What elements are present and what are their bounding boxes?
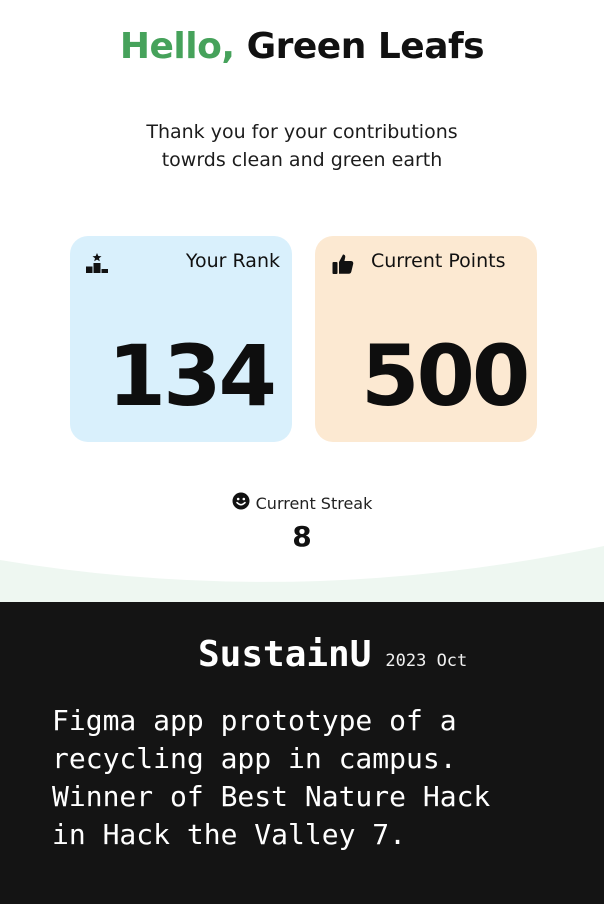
description-line: Figma app prototype of a <box>52 704 457 737</box>
points-label: Current Points <box>371 250 506 272</box>
rank-value: 134 <box>107 327 277 425</box>
caption-title-row: SustainU 2023 Oct <box>198 634 467 675</box>
project-title: SustainU <box>198 634 372 675</box>
project-description: Figma app prototype of a recycling app i… <box>52 702 572 854</box>
streak-label: Current Streak <box>255 493 373 513</box>
app-screen: Hello, Green Leafs Thank you for your co… <box>0 0 604 602</box>
bottom-wave-decoration <box>0 546 604 602</box>
points-card[interactable]: Current Points 500 <box>315 236 537 442</box>
greeting-hello: Hello, <box>119 26 235 67</box>
streak-header: Current Streak <box>232 492 373 514</box>
smiley-icon <box>232 492 250 514</box>
description-line: in Hack the Valley 7. <box>52 818 407 851</box>
thumbs-up-icon <box>331 252 355 276</box>
rank-label: Your Rank <box>185 250 280 272</box>
thank-you-line-2: towrds clean and green earth <box>161 149 443 171</box>
thank-you-message: Thank you for your contributions towrds … <box>0 118 604 174</box>
greeting-heading: Hello, Green Leafs <box>0 26 604 67</box>
podium-icon <box>84 252 108 276</box>
description-line: Winner of Best Nature Hack <box>52 780 491 813</box>
rank-card[interactable]: Your Rank 134 <box>70 236 292 442</box>
project-caption: SustainU 2023 Oct Figma app prototype of … <box>0 602 604 904</box>
thank-you-line-1: Thank you for your contributions <box>146 121 458 143</box>
project-date: 2023 Oct <box>385 651 468 671</box>
points-value: 500 <box>361 327 530 425</box>
greeting-username: Green Leafs <box>246 26 485 67</box>
description-line: recycling app in campus. <box>52 742 457 775</box>
